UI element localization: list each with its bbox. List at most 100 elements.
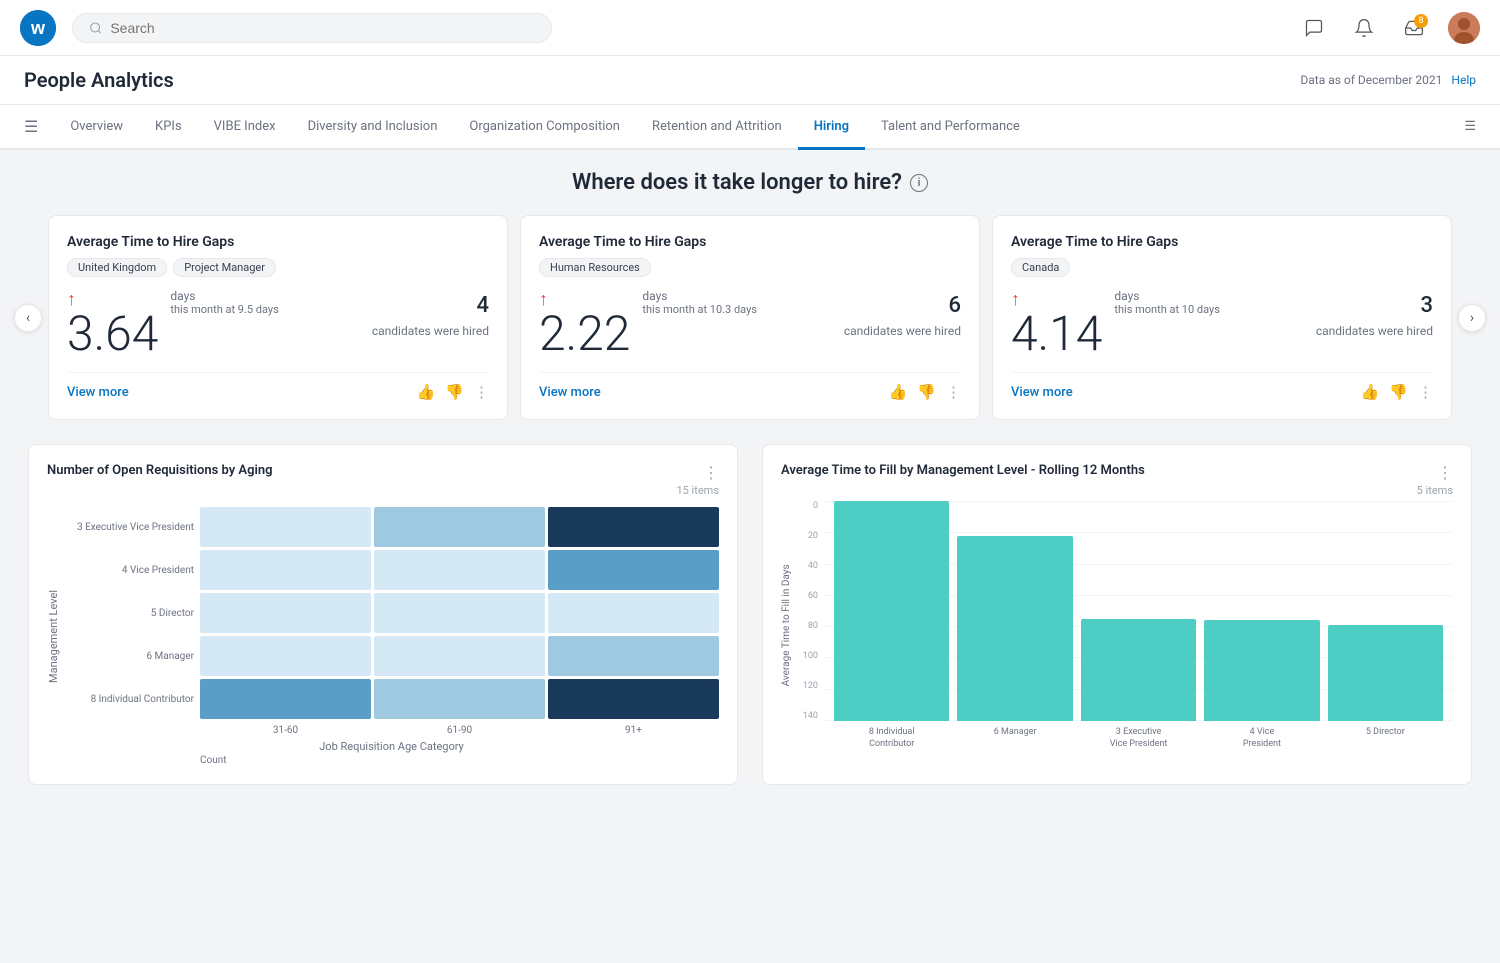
- card-2-view-more[interactable]: View more: [1011, 385, 1073, 400]
- heatmap-rows: 3 Executive Vice President 4 Vice Preside…: [64, 507, 719, 719]
- card-2: Average Time to Hire Gaps Canada ↑ 4.14 …: [992, 215, 1452, 420]
- card-1-view-more[interactable]: View more: [539, 385, 601, 400]
- heatmap-count-label: Count: [200, 755, 719, 766]
- cards-row: ‹ Average Time to Hire Gaps United Kingd…: [28, 215, 1472, 420]
- card-0: Average Time to Hire Gaps United Kingdom…: [48, 215, 508, 420]
- bar-item[interactable]: [957, 501, 1072, 721]
- card-1-side: 6 candidates were hired: [844, 289, 961, 340]
- card-0-tag-0: United Kingdom: [67, 258, 167, 277]
- tab-hiring[interactable]: Hiring: [798, 105, 865, 148]
- tab-retention[interactable]: Retention and Attrition: [636, 105, 798, 148]
- card-2-days-label: days: [1114, 289, 1220, 303]
- help-link[interactable]: Help: [1451, 73, 1476, 87]
- inbox-icon-btn[interactable]: 8: [1398, 12, 1430, 44]
- card-2-title: Average Time to Hire Gaps: [1011, 234, 1433, 250]
- tab-kpis[interactable]: KPIs: [139, 105, 198, 148]
- bar-x-label: 6 Manager: [957, 727, 1072, 750]
- bar-item[interactable]: [1081, 501, 1196, 721]
- heatmap-cell[interactable]: [200, 679, 371, 719]
- tab-right-menu-icon[interactable]: ☰: [1464, 119, 1476, 134]
- heatmap-cell[interactable]: [374, 507, 545, 547]
- heatmap-x-labels: 31-6061-9091+: [200, 725, 719, 736]
- page-title: People Analytics: [24, 68, 174, 92]
- heatmap-cell[interactable]: [374, 636, 545, 676]
- heatmap-row-label: 6 Manager: [64, 651, 194, 662]
- y-tick: 20: [796, 531, 818, 541]
- bar-chart-panel: Average Time to Fill by Management Level…: [762, 444, 1472, 785]
- card-1-more[interactable]: ⋮: [946, 383, 961, 401]
- card-1-actions: 👍 👎 ⋮: [889, 383, 961, 401]
- bar-x-labels: 8 Individual Contributor6 Manager3 Execu…: [824, 721, 1453, 750]
- search-bar[interactable]: [72, 13, 552, 43]
- card-0-more[interactable]: ⋮: [474, 383, 489, 401]
- bar-item[interactable]: [1328, 501, 1443, 721]
- heatmap-row: 3 Executive Vice President: [64, 507, 719, 547]
- card-0-footer: View more 👍 👎 ⋮: [67, 372, 489, 401]
- heatmap-cell[interactable]: [200, 593, 371, 633]
- tab-org-composition[interactable]: Organization Composition: [453, 105, 636, 148]
- card-1-days-label: days: [642, 289, 757, 303]
- next-arrow[interactable]: ›: [1458, 304, 1486, 332]
- card-1-detail: this month at 10.3 days: [642, 303, 757, 316]
- tab-diversity[interactable]: Diversity and Inclusion: [292, 105, 454, 148]
- bars-and-grid: [824, 501, 1453, 721]
- card-0-dislike[interactable]: 👎: [445, 383, 464, 401]
- bar-x-label: 5 Director: [1328, 727, 1443, 750]
- bell-icon-btn[interactable]: [1348, 12, 1380, 44]
- bar-chart-menu-icon[interactable]: ⋮: [1437, 463, 1453, 482]
- heatmap-cells: [200, 550, 719, 590]
- search-input[interactable]: [110, 20, 535, 36]
- bar-item[interactable]: [834, 501, 949, 721]
- bar-item[interactable]: [1204, 501, 1319, 721]
- heatmap-x-label: 31-60: [200, 725, 371, 736]
- card-2-more[interactable]: ⋮: [1418, 383, 1433, 401]
- heatmap-cell[interactable]: [200, 550, 371, 590]
- heatmap-row-label: 3 Executive Vice President: [64, 522, 194, 533]
- card-0-actions: 👍 👎 ⋮: [417, 383, 489, 401]
- heatmap-cell[interactable]: [374, 593, 545, 633]
- section-info-icon[interactable]: i: [910, 174, 928, 192]
- bar: [1328, 625, 1443, 721]
- heatmap-row-label: 4 Vice President: [64, 565, 194, 576]
- data-info: Data as of December 2021 Help: [1300, 73, 1476, 87]
- card-1-footer: View more 👍 👎 ⋮: [539, 372, 961, 401]
- heatmap-menu-icon[interactable]: ⋮: [703, 463, 719, 482]
- card-0-tags: United Kingdom Project Manager: [67, 258, 489, 277]
- bar-x-label: 8 Individual Contributor: [834, 727, 949, 750]
- heatmap-cell[interactable]: [548, 679, 719, 719]
- heatmap-cell[interactable]: [200, 636, 371, 676]
- chat-icon-btn[interactable]: [1298, 12, 1330, 44]
- tab-talent[interactable]: Talent and Performance: [865, 105, 1036, 148]
- heatmap-cell[interactable]: [548, 507, 719, 547]
- user-avatar[interactable]: [1448, 12, 1480, 44]
- card-2-like[interactable]: 👍: [1361, 383, 1380, 401]
- card-0-like[interactable]: 👍: [417, 383, 436, 401]
- card-1-metric: ↑ 2.22 days this month at 10.3 days 6 ca…: [539, 289, 961, 358]
- heatmap-cell[interactable]: [374, 550, 545, 590]
- card-2-dislike[interactable]: 👎: [1389, 383, 1408, 401]
- tab-menu-icon[interactable]: ☰: [24, 117, 38, 136]
- chat-icon: [1304, 18, 1324, 38]
- heatmap-cell[interactable]: [548, 636, 719, 676]
- heatmap-y-label: Management Level: [47, 507, 60, 766]
- page-header: People Analytics Data as of December 202…: [0, 56, 1500, 105]
- heatmap-cell[interactable]: [200, 507, 371, 547]
- card-1-dislike[interactable]: 👎: [917, 383, 936, 401]
- heatmap-cell[interactable]: [548, 550, 719, 590]
- prev-arrow[interactable]: ‹: [14, 304, 42, 332]
- heatmap-row: 5 Director: [64, 593, 719, 633]
- heatmap-cell[interactable]: [374, 679, 545, 719]
- card-0-tag-1: Project Manager: [173, 258, 276, 277]
- heatmap-cell[interactable]: [548, 593, 719, 633]
- tab-overview[interactable]: Overview: [54, 105, 139, 148]
- card-0-view-more[interactable]: View more: [67, 385, 129, 400]
- heatmap-content: 3 Executive Vice President 4 Vice Preside…: [64, 507, 719, 766]
- tab-vibe-index[interactable]: VIBE Index: [198, 105, 292, 148]
- bar: [834, 501, 949, 721]
- y-tick: 0: [796, 501, 818, 511]
- heatmap-cells: [200, 593, 719, 633]
- card-1-like[interactable]: 👍: [889, 383, 908, 401]
- bar-chart-inner: Average Time to Fill in Days 14012010080…: [781, 501, 1453, 750]
- top-bar: w 8: [0, 0, 1500, 56]
- heatmap-row: 4 Vice President: [64, 550, 719, 590]
